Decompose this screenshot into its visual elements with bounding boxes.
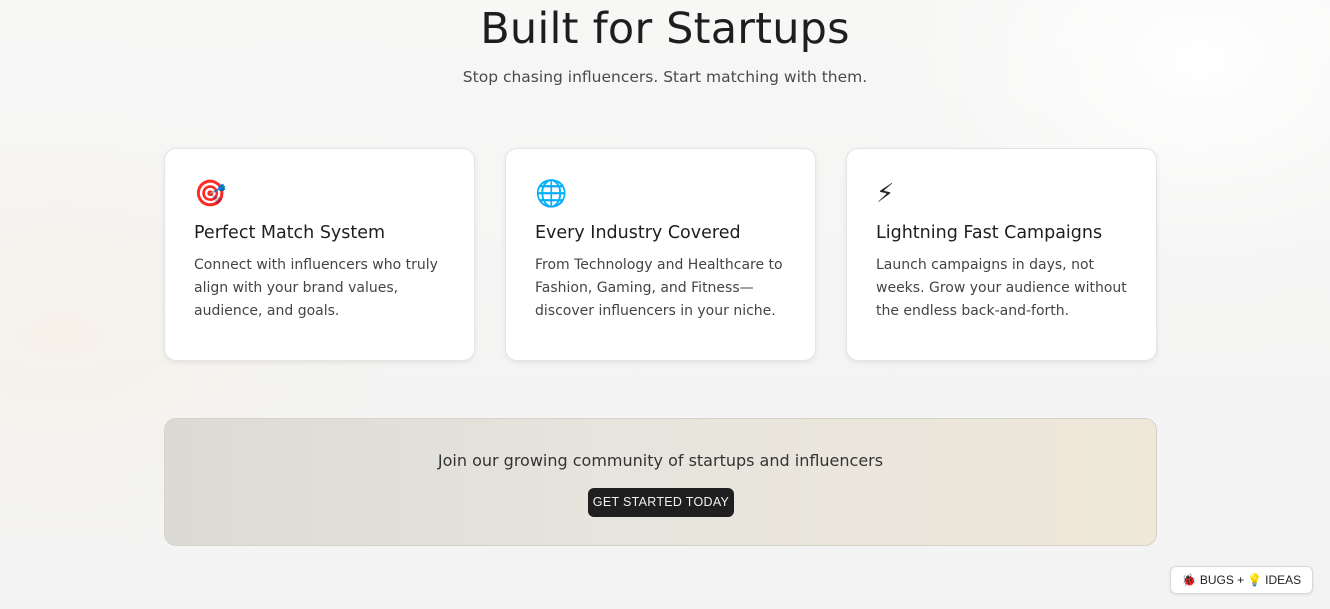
features-grid: 🎯 Perfect Match System Connect with infl… [164,148,1157,361]
lightning-icon: ⚡ [876,179,895,209]
cta-text: Join our growing community of startups a… [437,451,884,470]
feedback-button[interactable]: 🐞 BUGS + 💡 IDEAS [1170,566,1313,594]
feature-title: Every Industry Covered [535,223,741,243]
feature-card-perfect-match: 🎯 Perfect Match System Connect with infl… [164,148,475,361]
cta-banner: Join our growing community of startups a… [164,418,1157,546]
feature-card-lightning-fast: ⚡ Lightning Fast Campaigns Launch campai… [846,148,1157,361]
ideas-label: IDEAS [1265,573,1302,587]
lightbulb-icon: 💡 [1247,573,1263,587]
feature-title: Lightning Fast Campaigns [876,223,1103,243]
feature-description: From Technology and Healthcare to Fashio… [535,257,783,319]
get-started-button[interactable]: GET STARTED TODAY [588,488,734,517]
globe-icon: 🌐 [535,179,568,209]
feature-card-every-industry: 🌐 Every Industry Covered From Technology… [505,148,816,361]
page-title: Built for Startups [480,4,850,54]
feature-description: Launch campaigns in days, not weeks. Gro… [876,257,1127,319]
bug-icon: 🐞 [1181,573,1197,587]
bugs-label: BUGS + [1199,573,1245,587]
feature-description: Connect with influencers who truly align… [194,257,438,319]
target-icon: 🎯 [194,179,227,209]
feature-title: Perfect Match System [194,223,386,243]
page-subtitle: Stop chasing influencers. Start matching… [462,68,868,86]
